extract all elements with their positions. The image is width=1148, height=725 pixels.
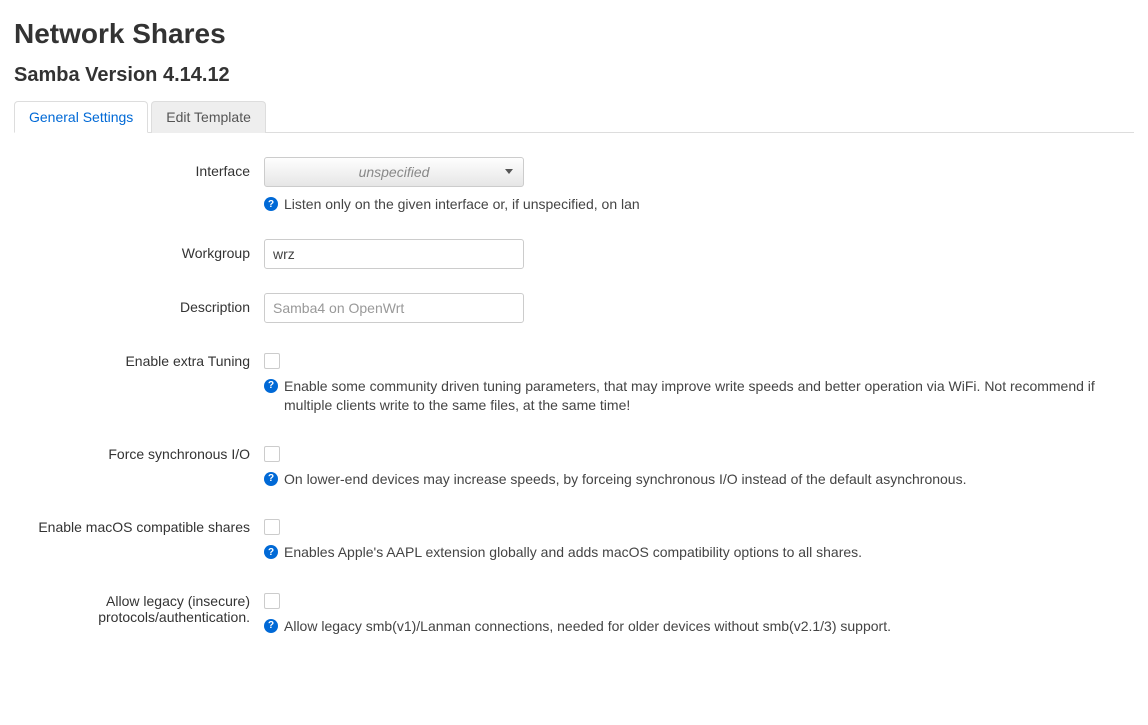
- workgroup-input[interactable]: [264, 239, 524, 269]
- allow-legacy-help: Allow legacy smb(v1)/Lanman connections,…: [284, 617, 1134, 637]
- page-subtitle: Samba Version 4.14.12: [14, 64, 1134, 87]
- interface-selected: unspecified: [359, 164, 430, 180]
- help-icon: ?: [264, 545, 278, 559]
- force-sync-io-label: Force synchronous I/O: [14, 440, 264, 490]
- extra-tuning-help: Enable some community driven tuning para…: [284, 377, 1134, 416]
- allow-legacy-checkbox[interactable]: [264, 593, 280, 609]
- help-icon: ?: [264, 197, 278, 211]
- macos-compat-checkbox[interactable]: [264, 519, 280, 535]
- description-label: Description: [14, 293, 264, 323]
- help-icon: ?: [264, 619, 278, 633]
- help-icon: ?: [264, 472, 278, 486]
- interface-label: Interface: [14, 157, 264, 215]
- force-sync-io-help: On lower-end devices may increase speeds…: [284, 470, 1134, 490]
- page-title: Network Shares: [14, 18, 1134, 50]
- interface-help: Listen only on the given interface or, i…: [284, 195, 1134, 215]
- allow-legacy-label: Allow legacy (insecure) protocols/authen…: [14, 587, 264, 637]
- macos-compat-help: Enables Apple's AAPL extension globally …: [284, 543, 1134, 563]
- tab-general-settings[interactable]: General Settings: [14, 101, 148, 133]
- interface-select[interactable]: unspecified: [264, 157, 524, 187]
- help-icon: ?: [264, 379, 278, 393]
- macos-compat-label: Enable macOS compatible shares: [14, 513, 264, 563]
- tab-edit-template[interactable]: Edit Template: [151, 101, 266, 133]
- chevron-down-icon: [505, 169, 513, 174]
- extra-tuning-label: Enable extra Tuning: [14, 347, 264, 416]
- tabs: General Settings Edit Template: [14, 101, 1134, 133]
- extra-tuning-checkbox[interactable]: [264, 353, 280, 369]
- workgroup-label: Workgroup: [14, 239, 264, 269]
- description-input[interactable]: [264, 293, 524, 323]
- force-sync-io-checkbox[interactable]: [264, 446, 280, 462]
